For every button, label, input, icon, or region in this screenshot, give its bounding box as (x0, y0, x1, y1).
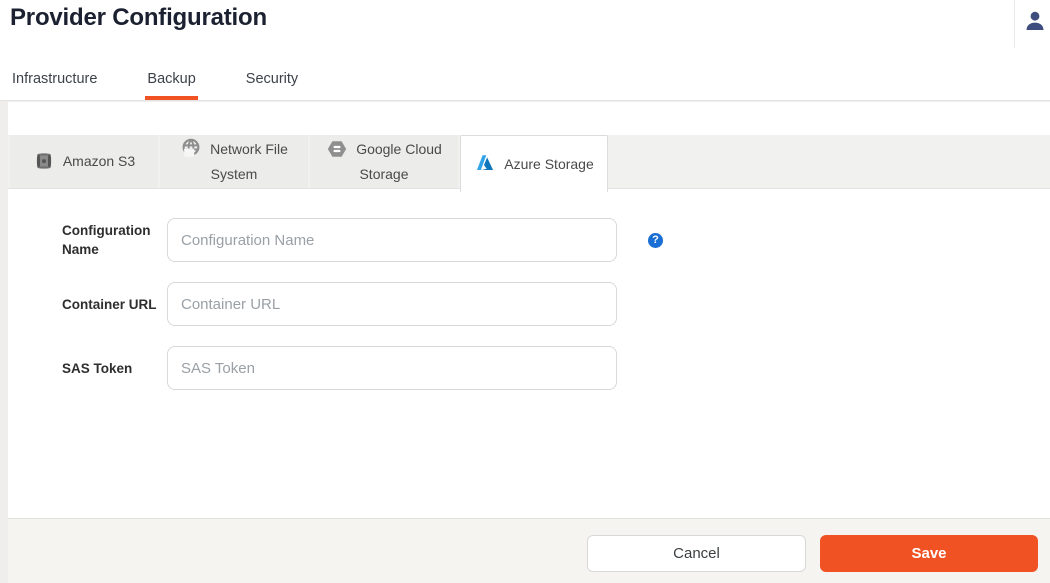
network-file-system-icon (180, 138, 202, 160)
provider-configuration-page: Provider Configuration Infrastructure Ba… (0, 0, 1050, 583)
form-row-configuration-name: Configuration Name ? (62, 218, 1050, 262)
form-row-sas-token: SAS Token (62, 346, 1050, 390)
main-nav: Infrastructure Backup Security (10, 71, 346, 100)
configuration-name-label: Configuration Name (62, 221, 161, 259)
container-url-input[interactable] (167, 282, 617, 326)
header-divider (1014, 0, 1015, 48)
content-card: Amazon S3 Network File System (8, 102, 1050, 583)
provider-tab-network-file-system[interactable]: Network File System (160, 135, 308, 188)
save-button[interactable]: Save (820, 535, 1038, 572)
provider-tab-label: Azure Storage (504, 156, 594, 172)
sas-token-input[interactable] (167, 346, 617, 390)
nav-tab-infrastructure[interactable]: Infrastructure (10, 71, 99, 100)
azure-storage-icon (474, 153, 496, 175)
page-title: Provider Configuration (10, 4, 267, 32)
container-url-label: Container URL (62, 295, 161, 314)
sas-token-label: SAS Token (62, 359, 161, 378)
nav-tab-backup[interactable]: Backup (145, 71, 197, 100)
amazon-s3-icon (33, 150, 55, 172)
page-header: Provider Configuration Infrastructure Ba… (0, 0, 1050, 101)
provider-tab-label: Network File System (210, 141, 288, 182)
provider-tab-amazon-s3[interactable]: Amazon S3 (10, 135, 158, 188)
nav-tab-security[interactable]: Security (244, 71, 300, 100)
provider-tab-azure-storage[interactable]: Azure Storage (460, 135, 608, 192)
form-footer: Cancel Save (8, 518, 1050, 583)
google-cloud-storage-icon (326, 138, 348, 160)
azure-storage-form: Configuration Name ? Container URL SAS T… (8, 190, 1050, 410)
provider-tab-strip: Amazon S3 Network File System (8, 135, 1050, 189)
provider-tab-label: Amazon S3 (63, 153, 135, 169)
help-icon[interactable]: ? (648, 233, 663, 248)
provider-tab-label: Google Cloud Storage (356, 141, 442, 182)
configuration-name-input[interactable] (167, 218, 617, 262)
provider-tab-google-cloud-storage[interactable]: Google Cloud Storage (310, 135, 458, 188)
user-icon[interactable] (1023, 9, 1047, 33)
cancel-button[interactable]: Cancel (587, 535, 806, 572)
form-row-container-url: Container URL (62, 282, 1050, 326)
